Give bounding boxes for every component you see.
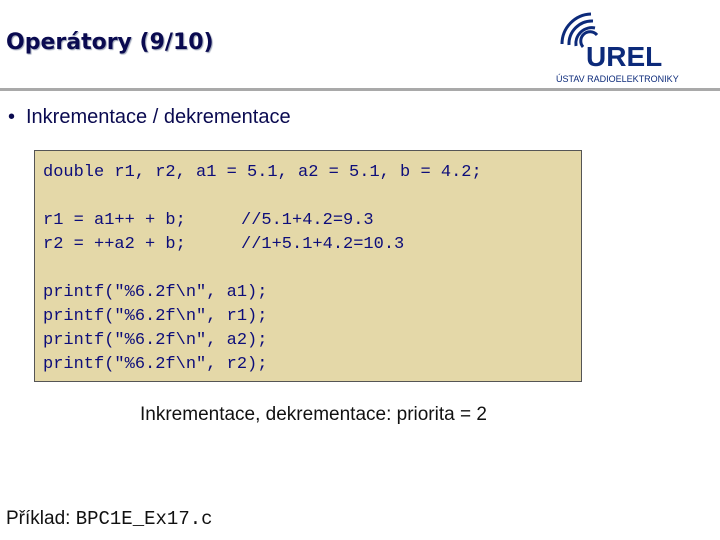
bullet-item: • Inkrementace / dekrementace — [8, 106, 291, 129]
title-divider — [0, 88, 720, 91]
code-comment-1: //5.1+4.2=9.3 — [241, 211, 374, 230]
priority-note: Inkrementace, dekrementace: priorita = 2 — [140, 404, 487, 425]
example-reference: Příklad: BPC1E_Ex17.c — [6, 508, 213, 530]
code-line-printf-2: printf("%6.2f\n", r1); — [43, 307, 268, 326]
logo-wordmark: UREL — [586, 41, 662, 72]
code-block: double r1, r2, a1 = 5.1, a2 = 5.1, b = 4… — [34, 150, 582, 382]
urel-logo: UREL ÚSTAV RADIOELEKTRONIKY — [556, 12, 679, 84]
example-label: Příklad: — [6, 508, 71, 529]
code-line-printf-4: printf("%6.2f\n", r2); — [43, 355, 268, 374]
bullet-dot: • — [8, 106, 16, 128]
code-line-stmt1: r1 = a1++ + b; — [43, 211, 186, 230]
logo-subtext: ÚSTAV RADIOELEKTRONIKY — [556, 74, 679, 84]
example-filename: BPC1E_Ex17.c — [75, 508, 213, 530]
code-line-declaration: double r1, r2, a1 = 5.1, a2 = 5.1, b = 4… — [43, 163, 482, 182]
code-line-printf-3: printf("%6.2f\n", a2); — [43, 331, 268, 350]
bullet-text: Inkrementace / dekrementace — [26, 106, 291, 128]
code-line-printf-1: printf("%6.2f\n", a1); — [43, 283, 268, 302]
code-line-stmt2: r2 = ++a2 + b; — [43, 235, 186, 254]
slide-title: Operátory (9/10) — [6, 30, 214, 55]
code-comment-2: //1+5.1+4.2=10.3 — [241, 235, 405, 254]
